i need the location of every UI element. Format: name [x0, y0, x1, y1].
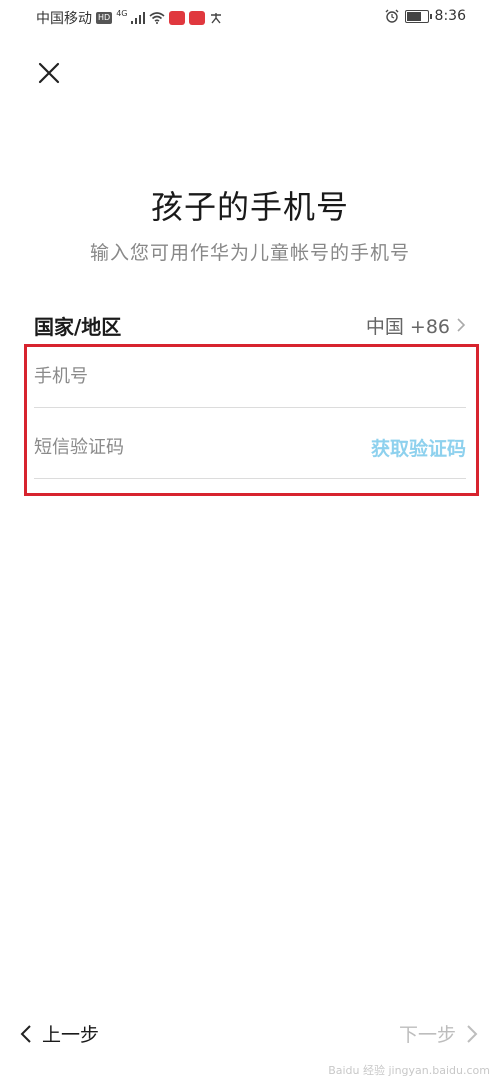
sms-code-input[interactable]	[34, 436, 294, 458]
country-label: 国家/地区	[34, 314, 122, 339]
country-region-selector[interactable]: 国家/地区 中国 +86	[34, 308, 466, 342]
prev-step-button[interactable]: 上一步	[20, 1020, 99, 1047]
chevron-right-icon	[467, 1024, 478, 1043]
pay-app-icon	[211, 13, 222, 24]
carrier-label: 中国移动	[36, 11, 92, 27]
country-value: 中国 +86	[365, 315, 450, 338]
battery-icon	[404, 9, 432, 23]
clock-label: 8:36	[434, 8, 466, 24]
next-step-label: 下一步	[398, 1024, 456, 1046]
alarm-icon	[385, 9, 399, 23]
chevron-left-icon	[20, 1024, 31, 1043]
status-bar: 中国移动 HD 4G 8:36	[0, 0, 500, 34]
page-subtitle: 输入您可用作华为儿童帐号的手机号	[89, 242, 410, 264]
page-title: 孩子的手机号	[150, 188, 349, 226]
signal-icon	[131, 12, 146, 24]
chevron-right-icon	[457, 318, 466, 332]
app-notification-icon	[189, 11, 206, 25]
wifi-icon	[149, 12, 166, 24]
close-button[interactable]	[34, 58, 64, 88]
battery-fill	[406, 11, 421, 21]
phone-field-row	[34, 345, 466, 408]
battery-tip	[429, 13, 432, 19]
app-notification-icon	[169, 11, 186, 25]
status-right: 8:36	[385, 8, 466, 24]
phone-number-input[interactable]	[34, 365, 294, 387]
network-label: 4G	[116, 8, 128, 18]
status-left: 中国移动 HD 4G	[36, 8, 223, 28]
get-code-button[interactable]: 获取验证码	[371, 434, 466, 461]
close-icon	[38, 62, 60, 84]
country-value-group: 中国 +86	[366, 312, 466, 339]
next-step-button[interactable]: 下一步	[399, 1020, 478, 1047]
hd-badge: HD	[96, 12, 113, 24]
prev-step-label: 上一步	[42, 1024, 100, 1046]
bottom-nav: 上一步 下一步	[0, 1014, 500, 1058]
watermark: Baidu 经验 jingyan.baidu.com	[328, 1064, 490, 1077]
sms-code-field-row: 获取验证码	[34, 416, 466, 479]
